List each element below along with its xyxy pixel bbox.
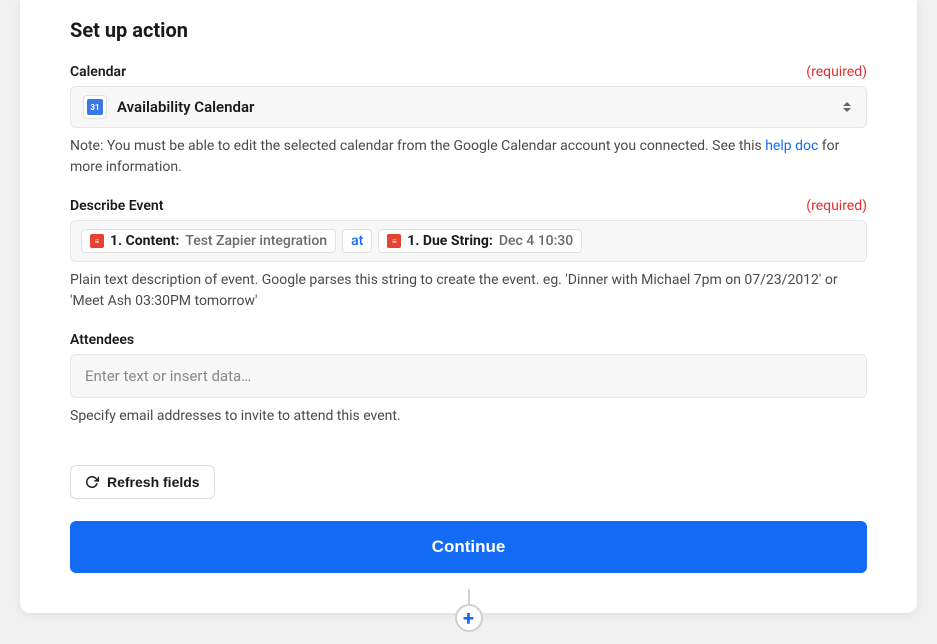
- describe-event-help: Plain text description of event. Google …: [70, 270, 867, 312]
- describe-event-label: Describe Event: [70, 198, 163, 214]
- field-describe-event: Describe Event (required) ≡ 1. Content: …: [70, 198, 867, 312]
- data-pill-due-string[interactable]: ≡ 1. Due String: Dec 4 10:30: [378, 229, 582, 253]
- continue-button[interactable]: Continue: [70, 521, 867, 573]
- todoist-icon: ≡: [387, 234, 401, 248]
- calendar-note: Note: You must be able to edit the selec…: [70, 136, 867, 178]
- plus-icon: +: [463, 608, 474, 628]
- attendees-help: Specify email addresses to invite to att…: [70, 406, 867, 427]
- required-badge: (required): [806, 64, 867, 80]
- calendar-label: Calendar: [70, 64, 126, 80]
- field-calendar: Calendar (required) 31 Availability Cale…: [70, 64, 867, 178]
- help-doc-link[interactable]: help doc: [765, 138, 818, 154]
- refresh-icon: [85, 475, 99, 489]
- required-badge: (required): [806, 198, 867, 214]
- google-calendar-icon: 31: [83, 95, 107, 119]
- calendar-dropdown[interactable]: 31 Availability Calendar: [70, 86, 867, 128]
- describe-event-input[interactable]: ≡ 1. Content: Test Zapier integration at…: [70, 220, 867, 262]
- todoist-icon: ≡: [90, 234, 104, 248]
- attendees-label: Attendees: [70, 332, 134, 348]
- data-pill-content[interactable]: ≡ 1. Content: Test Zapier integration: [81, 229, 336, 253]
- attendees-input[interactable]: [70, 354, 867, 398]
- action-setup-card: Set up action Calendar (required) 31 Ava…: [20, 0, 917, 613]
- refresh-fields-button[interactable]: Refresh fields: [70, 465, 215, 499]
- add-step-button[interactable]: +: [455, 604, 483, 632]
- calendar-value: Availability Calendar: [117, 98, 840, 116]
- chevron-sort-icon: [840, 102, 854, 112]
- section-title: Set up action: [70, 0, 867, 64]
- field-label-row: Describe Event (required): [70, 198, 867, 214]
- field-label-row: Attendees: [70, 332, 867, 348]
- field-attendees: Attendees Specify email addresses to inv…: [70, 332, 867, 427]
- separator-pill[interactable]: at: [342, 229, 372, 253]
- field-label-row: Calendar (required): [70, 64, 867, 80]
